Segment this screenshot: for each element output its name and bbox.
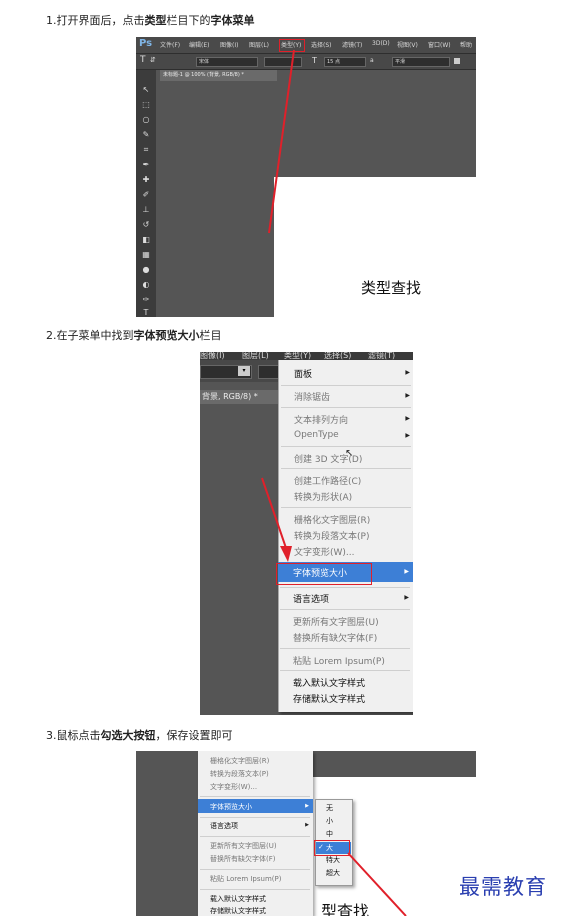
step-1-caption: 1.打开界面后，点击类型栏目下的字体菜单 [46,14,255,27]
screenshot-font-preview-submenu: 栅格化文字图层(R) 转换为段落文本(P) 文字变形(W)... 语言选项 ▶ … [136,751,476,916]
screenshot-type-menu: 图像(I) 图层(L) 类型(Y) 选择(S) 滤镜(T) ▾ 背景, RGB/… [200,352,413,715]
red-pointer-line [268,49,295,234]
red-arrow [261,477,292,562]
red-pointer-line [347,852,407,916]
screenshot-photoshop-window: Ps 文件(F) 编辑(E) 图像(I) 图层(L) 类型(Y) 选择(S) 滤… [136,37,476,317]
step-3-caption: 3.鼠标点击勾选大按钮，保存设置即可 [46,729,233,742]
step-2-caption: 2.在子菜单中找到字体预览大小栏目 [46,329,222,342]
watermark-logo: 最需教育 [459,875,547,899]
